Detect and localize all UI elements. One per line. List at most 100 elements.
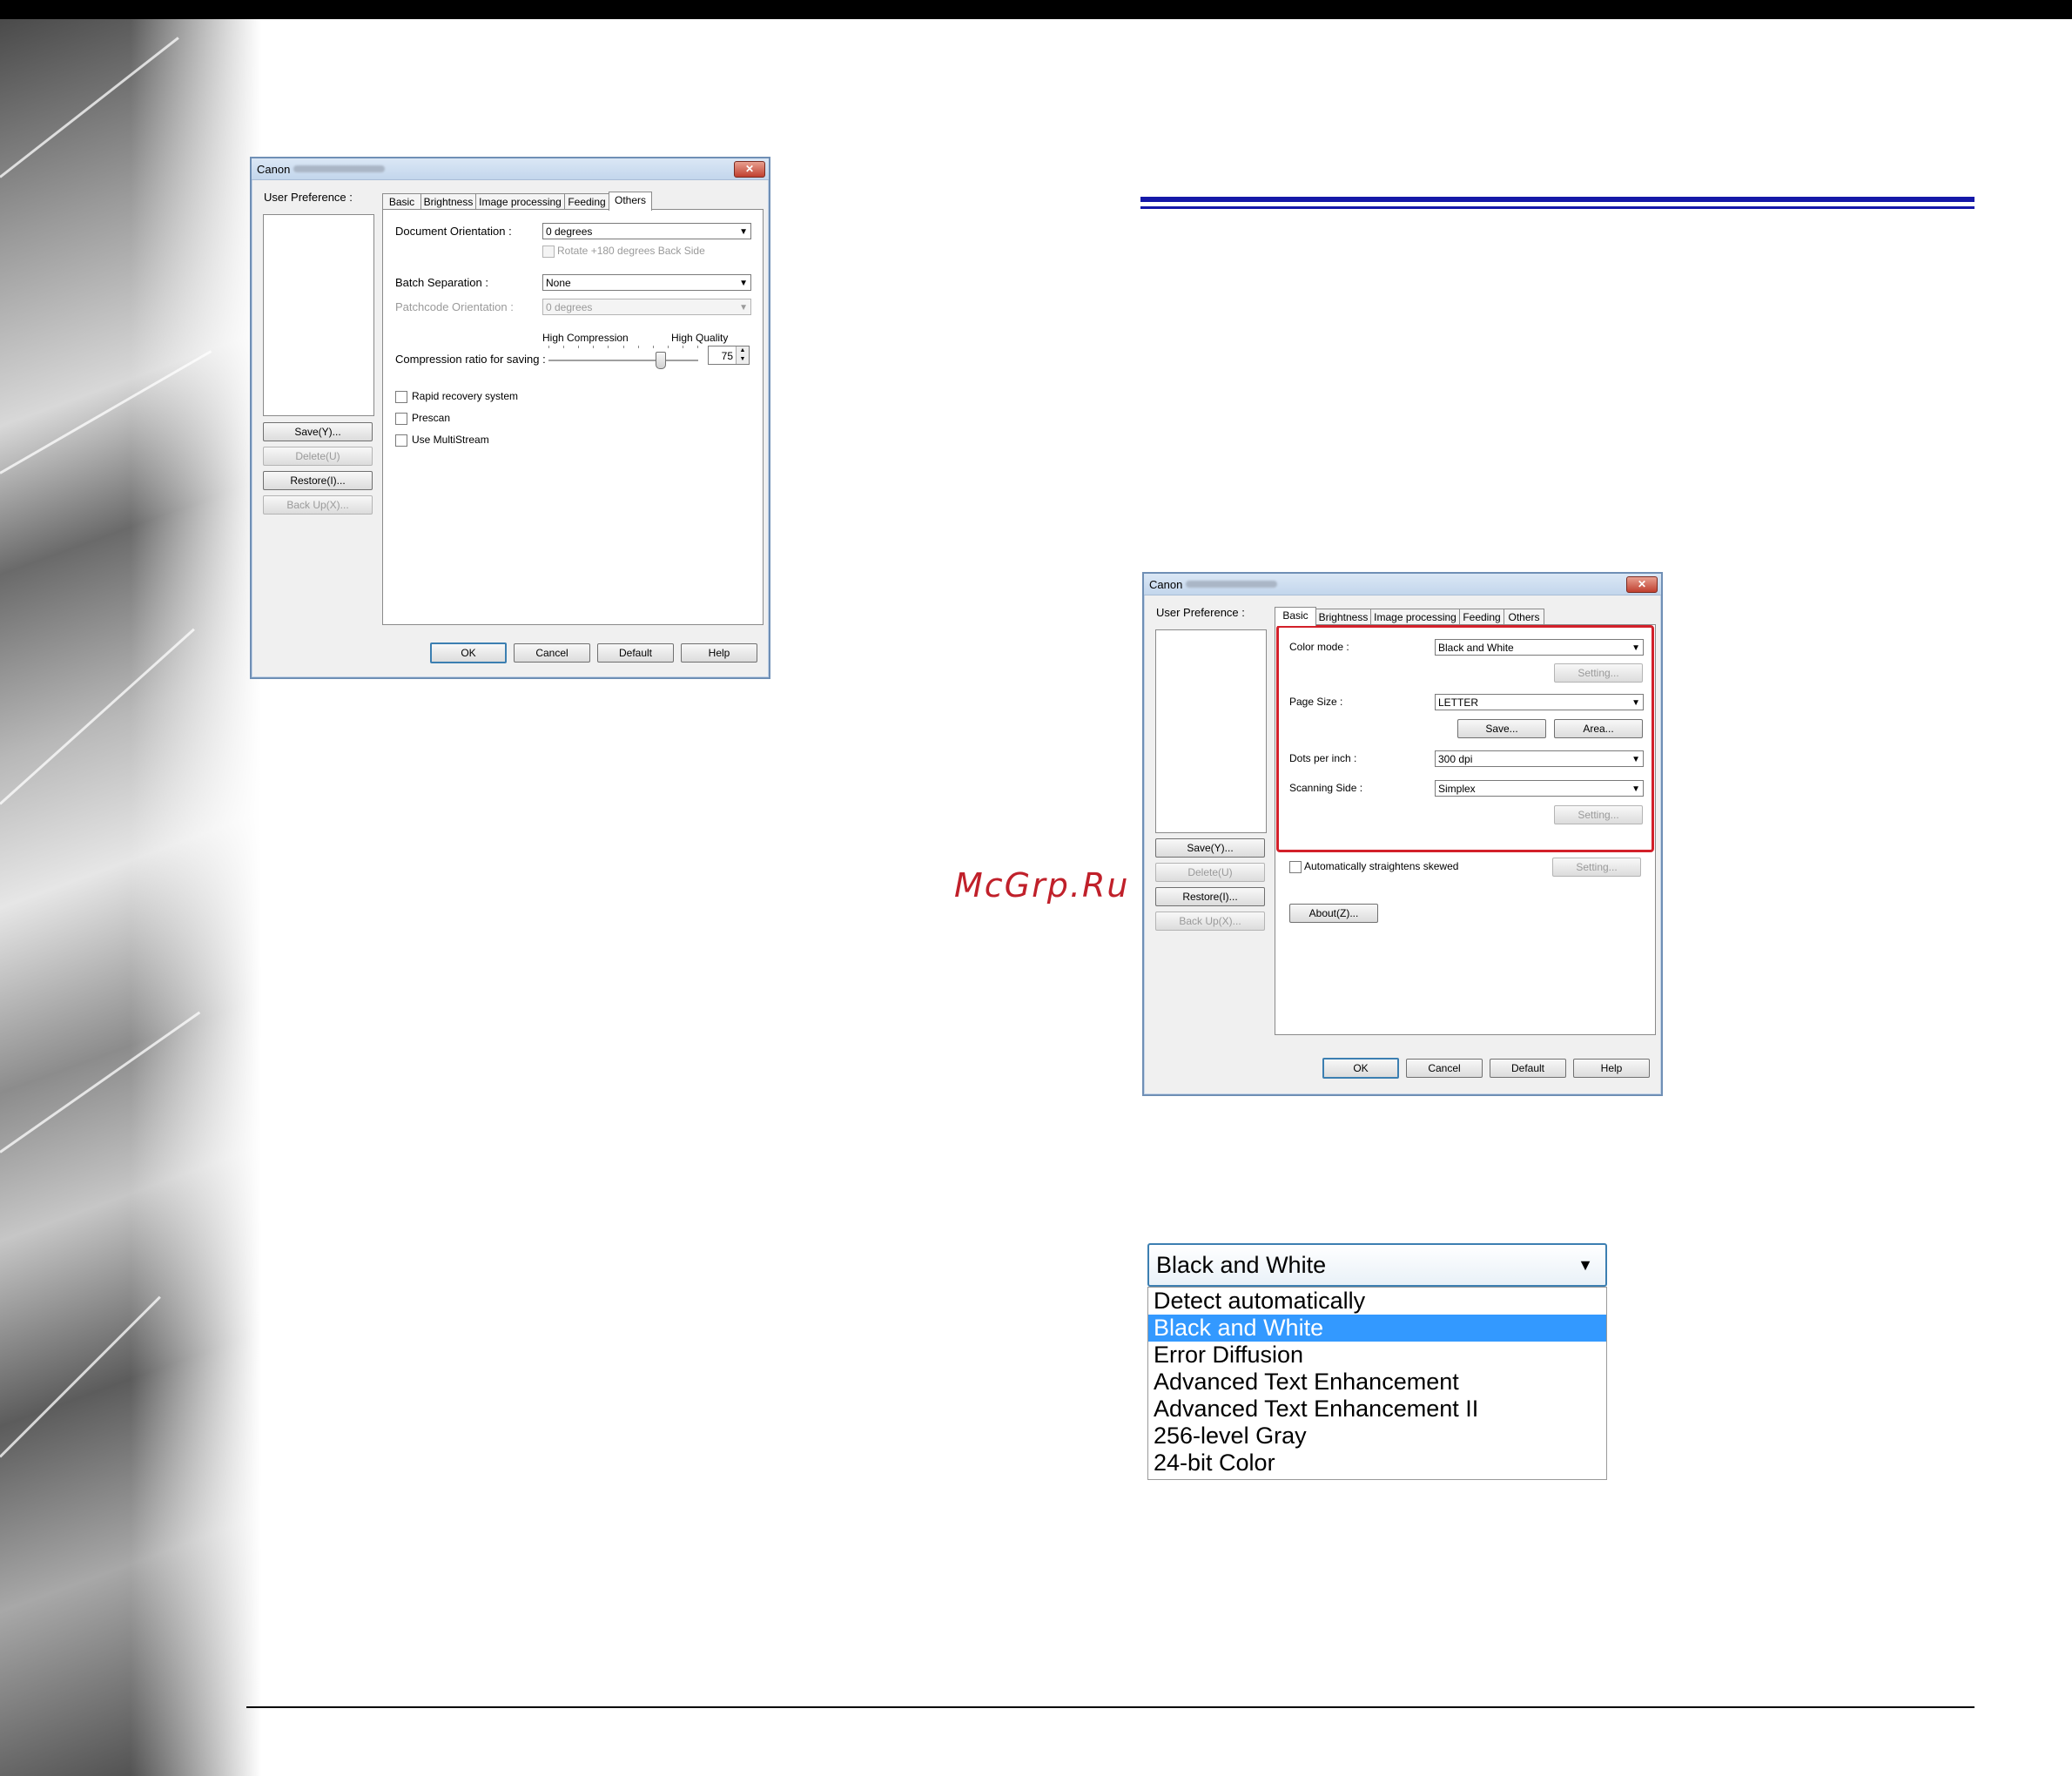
prescan-label: Prescan: [412, 412, 451, 424]
spin-arrows-icon[interactable]: ▲ ▼: [736, 346, 749, 364]
color-mode-dropdown[interactable]: Black and White ▼: [1147, 1243, 1607, 1287]
blurred-title-text: [1186, 581, 1277, 588]
tab-others[interactable]: Others: [609, 192, 652, 211]
slider-thumb[interactable]: [656, 352, 666, 369]
side-setting-button[interactable]: Setting...: [1554, 805, 1643, 824]
chevron-down-icon: ▼: [1631, 698, 1640, 708]
chevron-down-icon: ▼: [1631, 755, 1640, 764]
tab-image-processing[interactable]: Image processing: [475, 193, 565, 210]
color-setting-button[interactable]: Setting...: [1554, 663, 1643, 683]
tab-feeding[interactable]: Feeding: [564, 193, 609, 210]
auto-straighten-checkbox[interactable]: [1289, 861, 1302, 873]
default-button[interactable]: Default: [597, 643, 674, 663]
auto-straighten-label: Automatically straightens skewed: [1304, 860, 1459, 872]
chevron-down-icon: ▼: [739, 279, 748, 288]
footer-rule: [246, 1706, 1974, 1708]
user-preference-label: User Preference :: [1156, 606, 1245, 619]
document-orientation-value: 0 degrees: [546, 225, 593, 238]
area-button[interactable]: Area...: [1554, 719, 1643, 738]
compression-ratio-label: Compression ratio for saving :: [395, 353, 546, 366]
cancel-button[interactable]: Cancel: [514, 643, 590, 663]
scanner-dialog-basic: Canon ✕ User Preference : Save(Y)... Del…: [1142, 572, 1663, 1096]
option-detect-automatically[interactable]: Detect automatically: [1148, 1288, 1606, 1315]
about-button[interactable]: About(Z)...: [1289, 904, 1378, 923]
chevron-down-icon: ▼: [739, 303, 748, 313]
patchcode-orientation-value: 0 degrees: [546, 301, 593, 313]
document-orientation-label: Document Orientation :: [395, 225, 512, 238]
delete-button[interactable]: Delete(U): [1155, 863, 1265, 882]
page-save-button[interactable]: Save...: [1457, 719, 1546, 738]
dpi-value: 300 dpi: [1438, 753, 1473, 765]
save-button[interactable]: Save(Y)...: [263, 422, 373, 441]
tab-others[interactable]: Others: [1504, 609, 1544, 625]
scanning-side-value: Simplex: [1438, 783, 1476, 795]
tab-brightness[interactable]: Brightness: [1315, 609, 1371, 625]
ok-button[interactable]: OK: [430, 642, 507, 663]
page-size-label: Page Size :: [1289, 696, 1343, 708]
tab-feeding[interactable]: Feeding: [1459, 609, 1504, 625]
compression-value: 75: [721, 350, 733, 362]
option-advanced-text-enhancement-ii[interactable]: Advanced Text Enhancement II: [1148, 1396, 1606, 1423]
chevron-down-icon: ▼: [1631, 784, 1640, 794]
tab-image-processing[interactable]: Image processing: [1370, 609, 1460, 625]
titlebar: Canon ✕: [1144, 574, 1661, 595]
others-panel: Document Orientation : 0 degrees ▼ Rotat…: [382, 209, 764, 625]
batch-separation-value: None: [546, 277, 571, 289]
help-button[interactable]: Help: [1573, 1059, 1650, 1078]
titlebar: Canon ✕: [252, 158, 769, 180]
scanning-side-select[interactable]: Simplex ▼: [1435, 780, 1644, 797]
backup-button[interactable]: Back Up(X)...: [1155, 912, 1265, 931]
color-mode-select[interactable]: Black and White ▼: [1435, 639, 1644, 656]
batch-separation-select[interactable]: None ▼: [542, 274, 751, 291]
watermark-text: McGrp.Ru: [954, 866, 1130, 905]
rapid-recovery-checkbox[interactable]: [395, 391, 407, 403]
high-quality-label: High Quality: [671, 332, 729, 344]
restore-button[interactable]: Restore(I)...: [263, 471, 373, 490]
blurred-title-text: [293, 165, 385, 172]
help-button[interactable]: Help: [681, 643, 757, 663]
high-compression-label: High Compression: [542, 332, 629, 344]
batch-separation-label: Batch Separation :: [395, 276, 488, 289]
rotate-back-checkbox[interactable]: [542, 246, 555, 258]
option-advanced-text-enhancement[interactable]: Advanced Text Enhancement: [1148, 1369, 1606, 1396]
compression-slider[interactable]: [548, 346, 698, 369]
prescan-checkbox[interactable]: [395, 413, 407, 425]
close-button[interactable]: ✕: [734, 161, 765, 178]
user-preference-list[interactable]: [1155, 629, 1267, 833]
multistream-checkbox[interactable]: [395, 434, 407, 447]
patchcode-orientation-select[interactable]: 0 degrees ▼: [542, 299, 751, 315]
top-black-bar: [0, 0, 2072, 19]
backup-button[interactable]: Back Up(X)...: [263, 495, 373, 515]
straighten-setting-button[interactable]: Setting...: [1552, 858, 1641, 877]
user-preference-label: User Preference :: [264, 191, 353, 204]
option-24-bit-color[interactable]: 24-bit Color: [1148, 1450, 1606, 1477]
save-button[interactable]: Save(Y)...: [1155, 838, 1265, 858]
chevron-down-icon: ▼: [739, 227, 748, 237]
tab-brightness[interactable]: Brightness: [420, 193, 476, 210]
color-mode-selected: Black and White: [1156, 1252, 1327, 1278]
compression-spinbox[interactable]: 75 ▲ ▼: [708, 346, 750, 365]
user-preference-list[interactable]: [263, 214, 374, 416]
page-size-select[interactable]: LETTER ▼: [1435, 694, 1644, 710]
dpi-select[interactable]: 300 dpi ▼: [1435, 750, 1644, 767]
tab-strip: Basic Brightness Image processing Feedin…: [382, 192, 765, 211]
patchcode-orientation-label: Patchcode Orientation :: [395, 300, 514, 313]
cancel-button[interactable]: Cancel: [1406, 1059, 1483, 1078]
delete-button[interactable]: Delete(U): [263, 447, 373, 466]
chevron-down-icon: ▼: [1631, 643, 1640, 653]
option-256-level-gray[interactable]: 256-level Gray: [1148, 1423, 1606, 1450]
ok-button[interactable]: OK: [1322, 1058, 1399, 1079]
default-button[interactable]: Default: [1490, 1059, 1566, 1078]
document-orientation-select[interactable]: 0 degrees ▼: [542, 223, 751, 239]
close-button[interactable]: ✕: [1626, 576, 1658, 593]
restore-button[interactable]: Restore(I)...: [1155, 887, 1265, 906]
tab-basic[interactable]: Basic: [382, 193, 421, 210]
left-decorative-graphic: [0, 19, 261, 1776]
rotate-back-label: Rotate +180 degrees Back Side: [557, 245, 705, 257]
option-black-and-white[interactable]: Black and White: [1148, 1315, 1606, 1342]
tab-basic[interactable]: Basic: [1275, 607, 1316, 626]
color-mode-options-list: Detect automatically Black and White Err…: [1147, 1287, 1607, 1480]
multistream-label: Use MultiStream: [412, 434, 489, 446]
title-rule-thick: [1140, 197, 1974, 202]
option-error-diffusion[interactable]: Error Diffusion: [1148, 1342, 1606, 1369]
